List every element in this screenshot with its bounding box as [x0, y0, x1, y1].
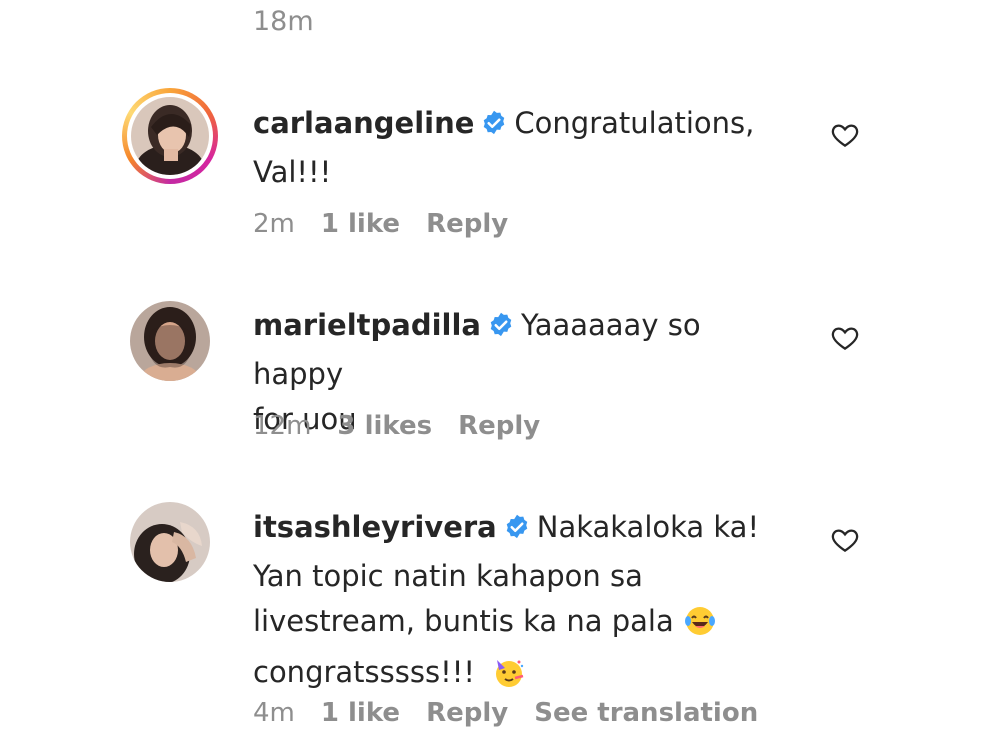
comment-meta: 12m 3 likes Reply — [253, 411, 566, 441]
party-face-emoji — [493, 656, 525, 701]
comment-meta: 4m 1 like Reply See translation — [253, 698, 784, 728]
heart-outline-icon[interactable] — [830, 120, 860, 150]
comment-text: Congratulations, — [514, 106, 755, 140]
see-translation-button[interactable]: See translation — [534, 698, 758, 728]
reply-button[interactable]: Reply — [426, 698, 508, 728]
reply-button[interactable]: Reply — [458, 411, 540, 441]
comment-meta: 2m 1 like Reply — [253, 209, 534, 239]
comment-text: Val!!! — [253, 155, 332, 189]
username-link[interactable]: itsashleyrivera — [253, 510, 497, 544]
verified-badge-icon — [480, 105, 508, 150]
laughing-tears-emoji — [684, 605, 716, 650]
reply-button[interactable]: Reply — [426, 209, 508, 239]
comment-timestamp[interactable]: 2m — [253, 209, 295, 239]
comment-body: itsashleyrivera Nakakaloka ka! Yan topic … — [253, 505, 793, 701]
avatar[interactable] — [130, 502, 210, 582]
avatar — [131, 97, 209, 175]
likes-count-link[interactable]: 1 like — [321, 698, 400, 728]
heart-outline-icon[interactable] — [830, 323, 860, 353]
verified-badge-icon — [487, 307, 515, 352]
avatar[interactable] — [130, 301, 210, 381]
comments-thread: 18m carlaangeline Congratulations, Val!!… — [0, 0, 1000, 750]
verified-badge-icon — [503, 509, 531, 554]
username-link[interactable]: marieltpadilla — [253, 308, 481, 342]
heart-outline-icon[interactable] — [830, 525, 860, 555]
comment-timestamp[interactable]: 4m — [253, 698, 295, 728]
username-link[interactable]: carlaangeline — [253, 106, 474, 140]
likes-count-link[interactable]: 3 likes — [337, 411, 432, 441]
likes-count-link[interactable]: 1 like — [321, 209, 400, 239]
previous-comment-timestamp: 18m — [253, 6, 314, 37]
avatar-story-ring[interactable] — [122, 88, 218, 184]
comment-timestamp[interactable]: 12m — [253, 411, 311, 441]
comment-body: carlaangeline Congratulations, Val!!! — [253, 101, 793, 195]
comment-text: congratsssss!!! — [253, 655, 475, 689]
comment-text: livestream, buntis ka na pala — [253, 604, 674, 638]
comment-text: Yan topic natin kahapon sa — [253, 559, 643, 593]
comment-text: Nakakaloka ka! — [536, 510, 760, 544]
